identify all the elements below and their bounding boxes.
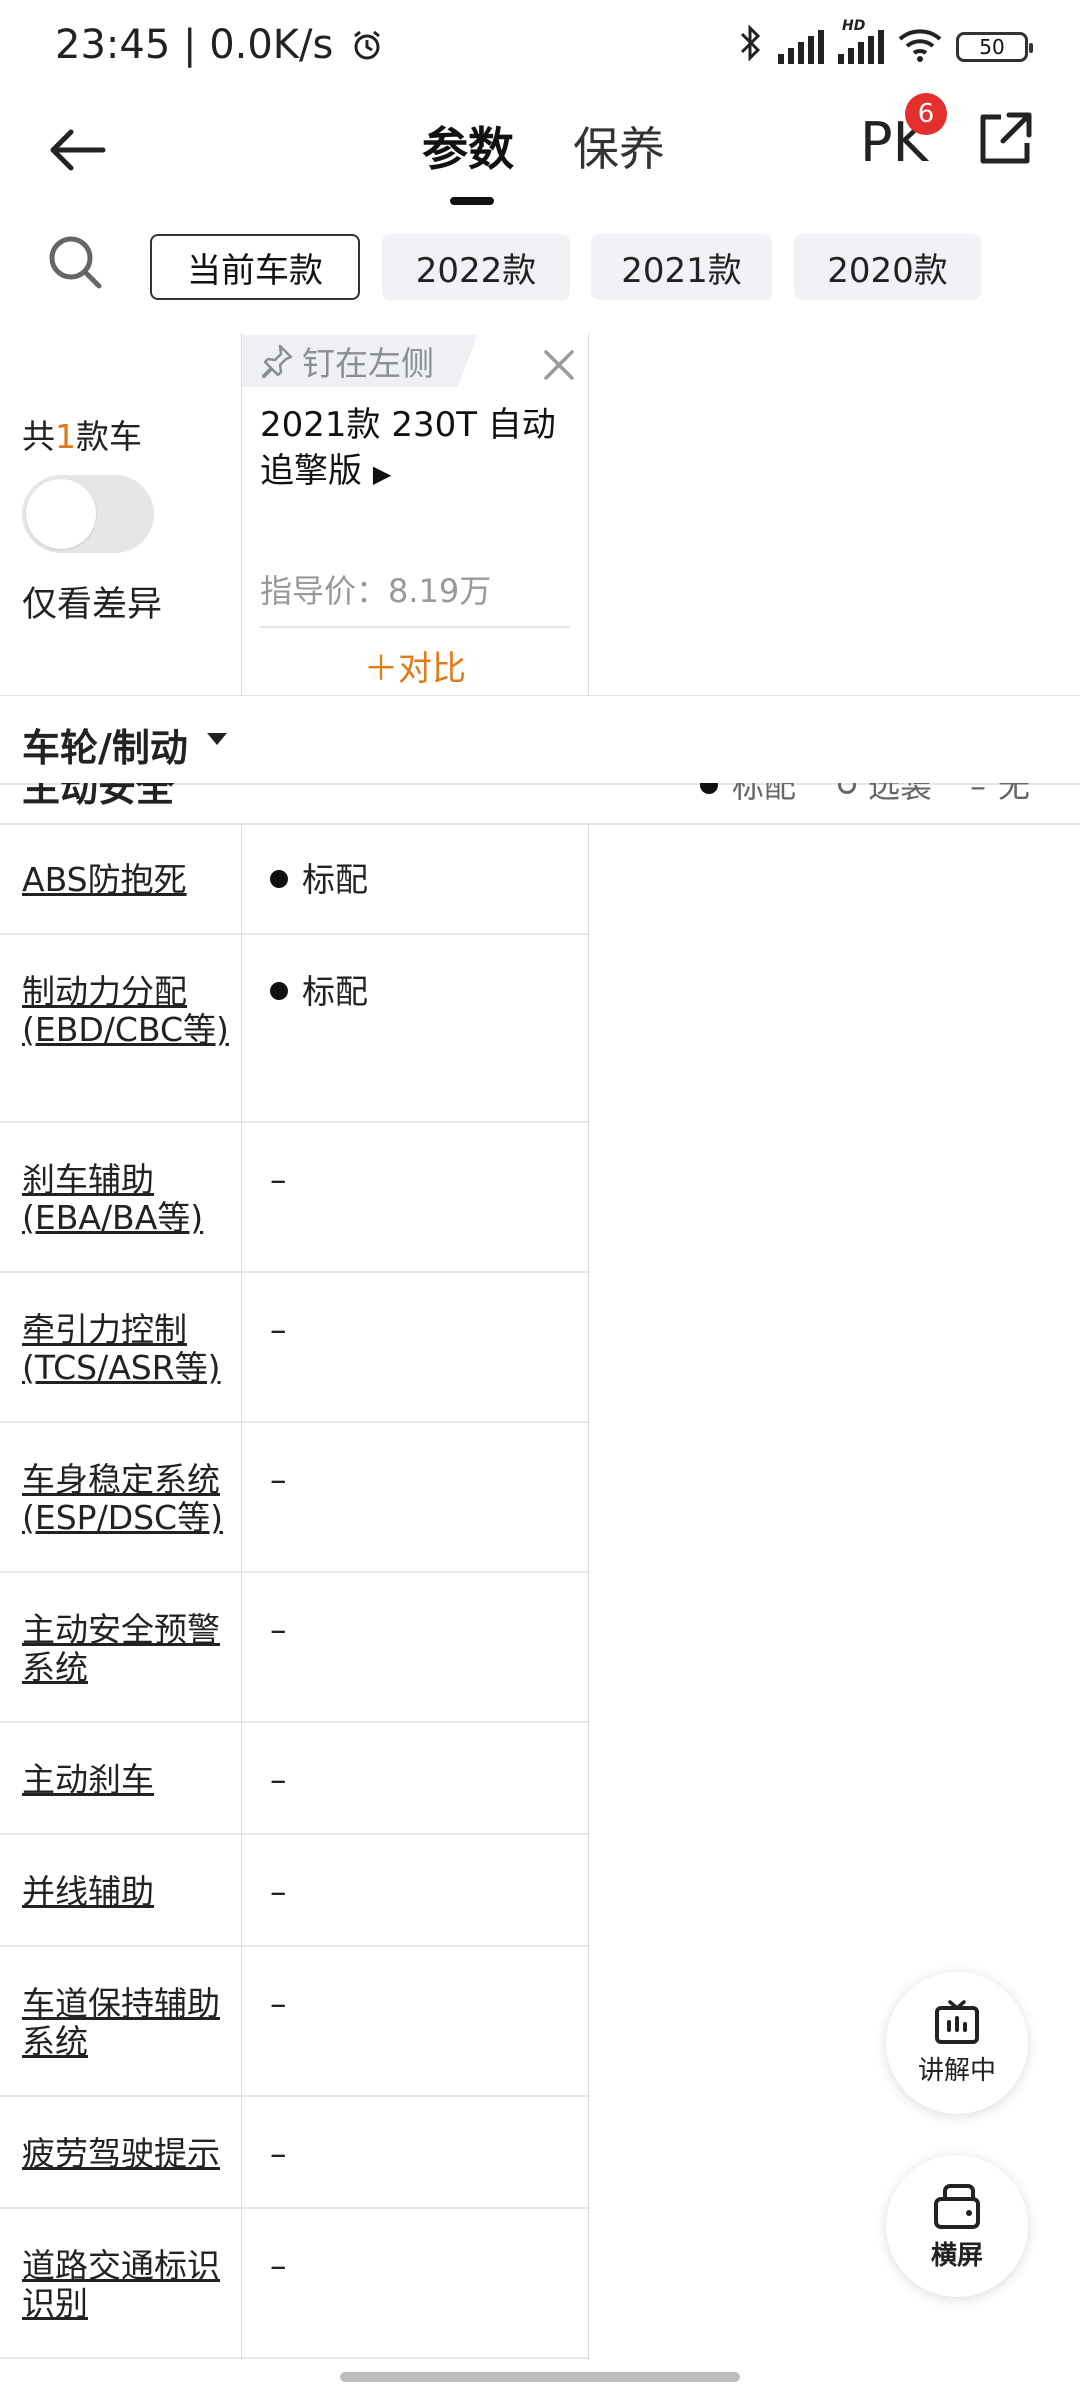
rotate-screen-icon: [934, 2183, 980, 2229]
param-table: ABS防抱死 标配 制动力分配(EBD/CBC等) 标配 刹车辅助(EBA/BA…: [0, 823, 590, 2359]
param-value: 标配: [270, 973, 368, 1011]
section-selector[interactable]: 车轮/制动: [0, 697, 1080, 785]
share-button[interactable]: [975, 109, 1035, 169]
param-value: –: [270, 1872, 287, 1911]
wifi-icon: [898, 27, 942, 67]
back-button[interactable]: [42, 115, 112, 185]
landscape-button[interactable]: 横屏: [886, 2155, 1028, 2297]
param-value: 标配: [270, 861, 368, 899]
play-arrow-icon: ▶: [372, 460, 392, 488]
param-label[interactable]: 车身稳定系统(ESP/DSC等): [22, 1461, 232, 1537]
remove-car-button[interactable]: [538, 344, 580, 386]
battery-icon: 50: [956, 32, 1033, 62]
status-time: 23:45 | 0.0K/s: [55, 22, 384, 68]
guide-price: 指导价：8.19万: [260, 572, 492, 610]
param-value: –: [270, 2134, 287, 2173]
param-label[interactable]: 刹车辅助(EBA/BA等): [22, 1161, 232, 1237]
param-value: –: [270, 1160, 287, 1199]
param-value: –: [270, 1610, 287, 1649]
tab-maintenance[interactable]: 保养: [573, 113, 665, 179]
bluetooth-icon: [738, 23, 764, 72]
signal-icon: [778, 30, 824, 64]
tv-icon: [935, 1999, 979, 2044]
param-value: –: [270, 1760, 287, 1799]
tab-params[interactable]: 参数: [422, 113, 514, 205]
arrow-left-icon: [50, 129, 106, 171]
status-icons: HD 50: [738, 18, 1033, 72]
pk-count-badge: 6: [905, 93, 947, 135]
standard-dot-icon: [270, 869, 288, 888]
param-value: –: [270, 1310, 287, 1349]
active-tab-indicator: [450, 197, 494, 205]
chip-2021[interactable]: 2021款: [591, 234, 772, 300]
legend-optional: 选装: [838, 783, 932, 807]
param-value: –: [270, 1460, 287, 1499]
search-icon: [49, 236, 102, 289]
status-bar: 23:45 | 0.0K/s HD 50: [0, 0, 1080, 95]
table-row: 制动力分配(EBD/CBC等) 标配: [0, 935, 590, 1123]
param-label[interactable]: 道路交通标识识别: [22, 2247, 232, 2323]
chip-2020[interactable]: 2020款: [794, 234, 981, 300]
param-label[interactable]: ABS防抱死: [22, 861, 232, 899]
table-row: 道路交通标识识别 –: [0, 2209, 590, 2359]
param-label[interactable]: 车道保持辅助系统: [22, 1985, 232, 2061]
dropdown-caret-icon: [207, 733, 227, 745]
section-header-peek: 主动安全 标配 选装 – 无: [0, 783, 1080, 825]
table-row: 疲劳驾驶提示 –: [0, 2097, 590, 2209]
param-value: –: [270, 1984, 287, 2023]
top-header: 参数 保养 PK 6: [0, 93, 1080, 230]
diff-only-toggle[interactable]: [22, 475, 154, 553]
alarm-icon: [354, 30, 381, 60]
table-row: 牵引力控制(TCS/ASR等) –: [0, 1273, 590, 1423]
signal-hd-icon: HD: [838, 18, 884, 64]
table-row: 刹车辅助(EBA/BA等) –: [0, 1123, 590, 1273]
legend-none: – 无: [970, 783, 1031, 805]
param-label[interactable]: 主动刹车: [22, 1761, 232, 1799]
param-label[interactable]: 制动力分配(EBD/CBC等): [22, 973, 232, 1049]
car-model-name[interactable]: 2021款 230T 自动追擎版 ▶: [260, 402, 580, 497]
param-label[interactable]: 牵引力控制(TCS/ASR等): [22, 1311, 232, 1387]
standard-dot-icon: [270, 981, 288, 1000]
car-count: 共1款车: [22, 417, 142, 456]
diff-only-label: 仅看差异: [22, 585, 163, 625]
pin-icon: [261, 344, 293, 379]
share-external-icon: [980, 112, 1032, 164]
explain-button[interactable]: 讲解中: [886, 1972, 1028, 2114]
table-row: 主动刹车 –: [0, 1723, 590, 1835]
param-label[interactable]: 疲劳驾驶提示: [22, 2135, 232, 2173]
divider: [260, 626, 570, 628]
pin-left-button[interactable]: 钉在左侧: [242, 335, 477, 387]
home-indicator[interactable]: [340, 2372, 740, 2382]
add-compare-button[interactable]: ＋对比: [260, 640, 570, 690]
search-button[interactable]: [45, 232, 107, 294]
table-row: ABS防抱死 标配: [0, 823, 590, 935]
table-row: 主动安全预警系统 –: [0, 1573, 590, 1723]
legend-standard: 标配: [700, 783, 796, 807]
table-row: 车身稳定系统(ESP/DSC等) –: [0, 1423, 590, 1573]
chip-2022[interactable]: 2022款: [382, 234, 570, 300]
table-row: 车道保持辅助系统 –: [0, 1947, 590, 2097]
close-icon: [544, 350, 574, 380]
peek-section-title: 主动安全: [22, 783, 175, 810]
table-row: 并线辅助 –: [0, 1835, 590, 1947]
param-label[interactable]: 并线辅助: [22, 1873, 232, 1911]
param-value: –: [270, 2246, 287, 2285]
chip-current-model[interactable]: 当前车款: [150, 234, 360, 300]
param-label[interactable]: 主动安全预警系统: [22, 1611, 232, 1687]
section-title: 车轮/制动: [22, 726, 188, 770]
